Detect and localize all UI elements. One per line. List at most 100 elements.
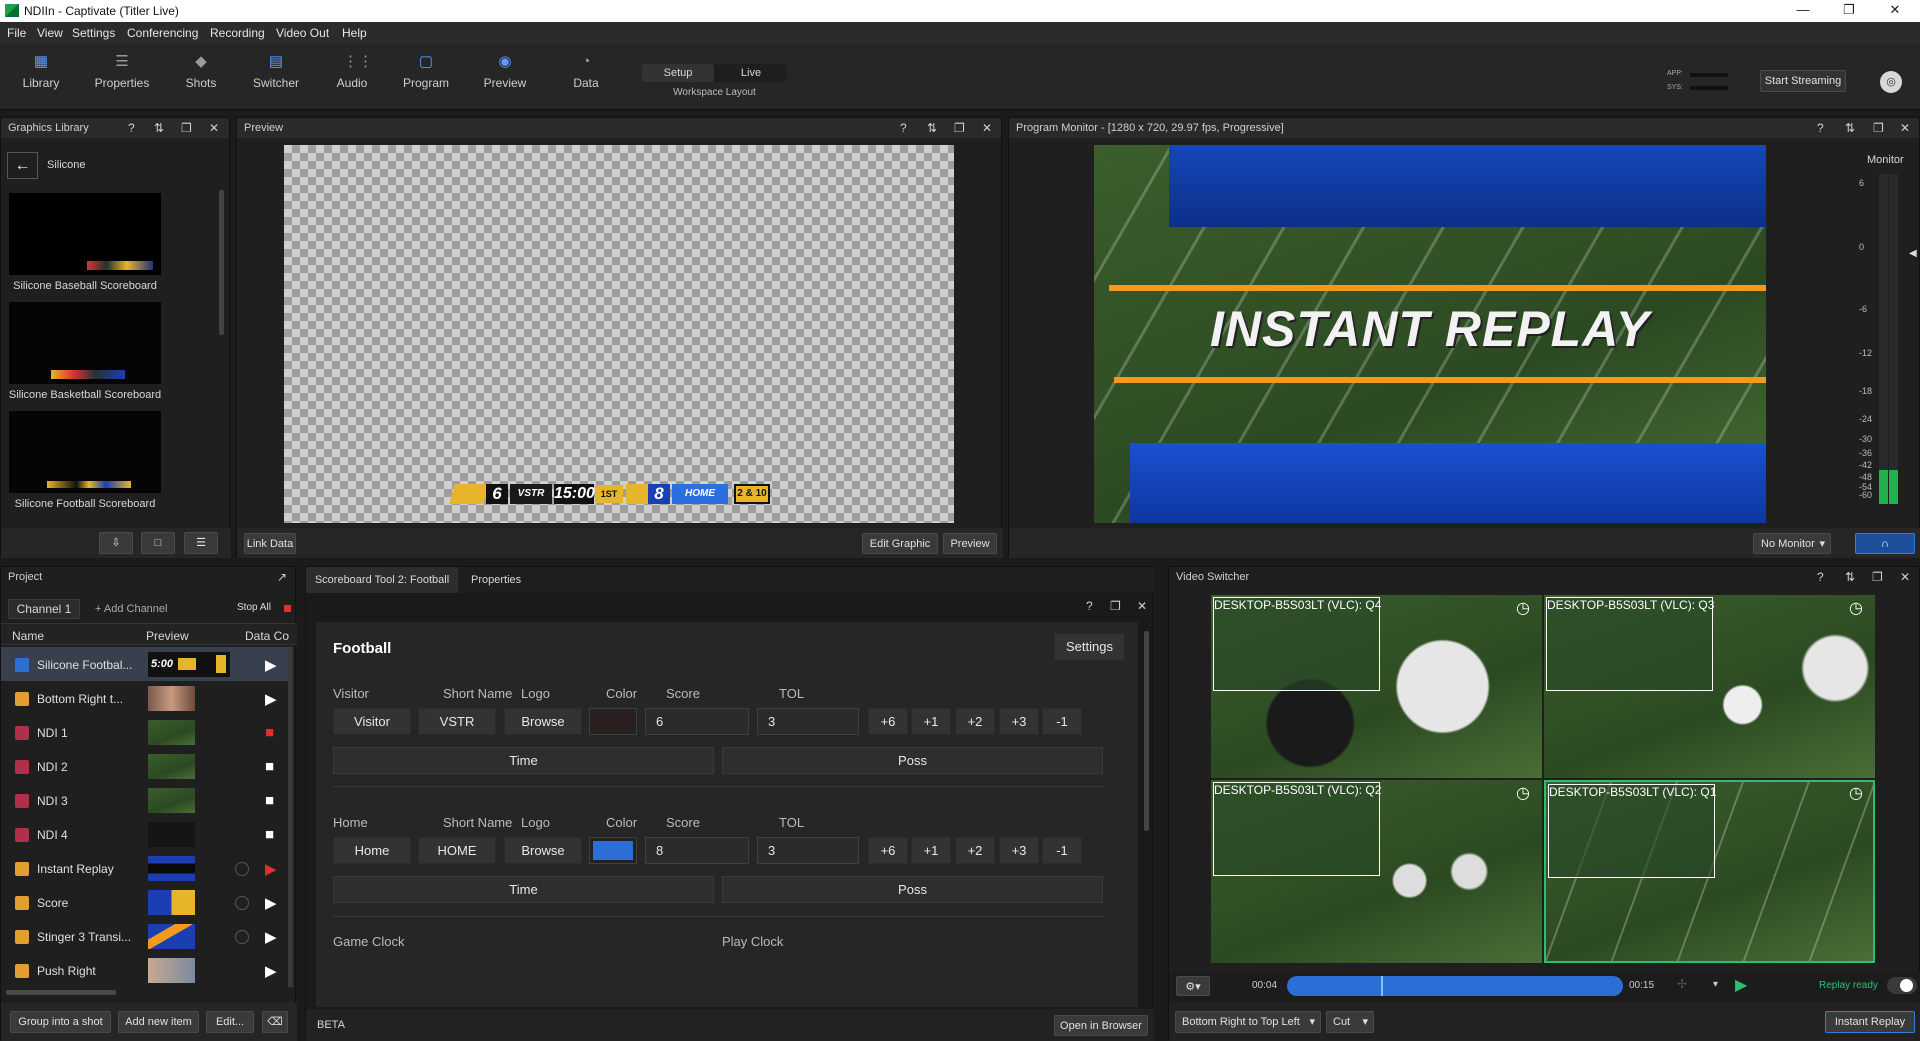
project-row[interactable]: Bottom Right t... ▶ [1,681,292,715]
float-icon[interactable]: ❐ [1873,121,1884,135]
home-logo-browse-button[interactable]: Browse [504,837,582,864]
project-row[interactable]: NDI 4 ■ [1,817,292,851]
project-row[interactable]: Stinger 3 Transi... ▶ [1,919,292,953]
visitor-logo-browse-button[interactable]: Browse [504,708,582,735]
visitor-tol-input[interactable]: 3 [757,708,859,735]
settings-button[interactable]: Settings [1054,633,1125,661]
instant-replay-button[interactable]: Instant Replay [1825,1011,1915,1033]
open-in-browser-button[interactable]: Open in Browser [1054,1015,1148,1036]
toolbar-data[interactable]: ◔ Data [551,54,621,91]
toolbar-preview[interactable]: ◉ Preview [470,54,540,91]
play-icon[interactable]: ▶ [265,962,277,980]
clock-icon[interactable]: ◷ [1516,598,1530,618]
pin-icon[interactable]: ⇅ [1845,570,1855,584]
menu-recording[interactable]: Recording [210,26,265,40]
clock-icon[interactable]: ◷ [1516,783,1530,803]
maximize-button[interactable]: ❐ [1826,0,1872,22]
add-channel-button[interactable]: + Add Channel [95,603,167,615]
menu-file[interactable]: File [7,26,26,40]
camera-icon[interactable]: ■ [265,826,274,843]
close-icon[interactable]: ✕ [1900,121,1910,135]
toolbar-program[interactable]: ▢ Program [391,54,461,91]
float-icon[interactable]: ❐ [1110,599,1121,613]
float-icon[interactable]: ❐ [181,121,192,135]
home-plus6-button[interactable]: +6 [868,837,908,864]
replay-toggle[interactable] [1887,977,1917,994]
play-live-icon[interactable]: ▶ [265,860,277,878]
import-icon[interactable]: ⇩ [99,532,133,554]
close-icon[interactable]: ✕ [1900,570,1910,584]
help-icon[interactable]: ? [1086,599,1093,613]
float-icon[interactable]: ❐ [1872,570,1883,584]
project-row[interactable]: Push Right ▶ [1,953,292,987]
streaming-status-icon[interactable]: ◎ [1880,71,1902,93]
home-poss-button[interactable]: Poss [722,876,1103,903]
source-tile-q4[interactable]: DESKTOP-B5S03LT (VLC): Q4 ◷ [1211,595,1542,778]
help-icon[interactable]: ? [900,121,907,135]
home-plus2-button[interactable]: +2 [955,837,995,864]
home-minus1-button[interactable]: -1 [1042,837,1082,864]
home-name-button[interactable]: Home [333,837,411,864]
close-icon[interactable]: ✕ [1137,599,1147,613]
source-tile-q1-live[interactable]: DESKTOP-B5S03LT (VLC): Q1 ◷ [1544,780,1875,963]
mode-live[interactable]: Live [715,67,787,79]
visitor-poss-button[interactable]: Poss [722,747,1103,774]
close-window-button[interactable]: ✕ [1872,0,1918,22]
minimize-button[interactable]: — [1780,0,1826,22]
project-row[interactable]: NDI 1 ■ [1,715,292,749]
trash-icon[interactable]: ⌫ [262,1011,288,1033]
pin-icon[interactable]: ⇅ [154,121,164,135]
gear-icon[interactable]: ⚙▾ [1176,976,1210,996]
headphones-icon[interactable]: ∩ [1855,533,1915,554]
menu-conferencing[interactable]: Conferencing [127,26,198,40]
preview-canvas[interactable]: 6 VSTR 15:00 1ST 8 HOME 2 & 10 [284,145,954,523]
clock-icon[interactable]: ◷ [1849,598,1863,618]
visitor-score-input[interactable]: 6 [645,708,749,735]
expand-icon[interactable]: ↗ [277,570,287,584]
toolbar-properties[interactable]: ☰ Properties [87,54,157,91]
source-tile-q3[interactable]: DESKTOP-B5S03LT (VLC): Q3 ◷ [1544,595,1875,778]
replay-timeline[interactable] [1287,976,1623,996]
toolbar-switcher[interactable]: ▤ Switcher [241,54,311,91]
float-icon[interactable]: ❐ [954,121,965,135]
channel-tab[interactable]: Channel 1 [8,599,80,619]
back-arrow-icon[interactable]: ← [7,152,38,179]
project-hscrollbar[interactable] [6,990,116,995]
start-streaming-button[interactable]: Start Streaming [1760,70,1846,92]
library-thumb-basketball[interactable] [9,302,161,384]
menu-video-out[interactable]: Video Out [276,26,329,40]
preview-button[interactable]: Preview [943,533,997,554]
visitor-plus1-button[interactable]: +1 [911,708,951,735]
home-time-button[interactable]: Time [333,876,714,903]
play-icon[interactable]: ▶ [265,656,277,674]
project-row[interactable]: Score ▶ [1,885,292,919]
visitor-plus2-button[interactable]: +2 [955,708,995,735]
visitor-plus3-button[interactable]: +3 [999,708,1039,735]
project-row[interactable]: NDI 3 ■ [1,783,292,817]
visitor-time-button[interactable]: Time [333,747,714,774]
transition-select[interactable]: Bottom Right to Top Left ▾ [1175,1011,1321,1033]
camera-icon[interactable]: ■ [265,792,274,809]
list-view-icon[interactable]: ☰ [184,532,218,554]
home-plus1-button[interactable]: +1 [911,837,951,864]
tab-properties[interactable]: Properties [471,574,521,586]
menu-view[interactable]: View [37,26,63,40]
monitor-select[interactable]: No Monitor ▾ [1753,533,1831,554]
play-icon[interactable]: ▶ [265,894,277,912]
project-row[interactable]: Silicone Footbal... 5:00 ▶ [1,647,292,681]
help-icon[interactable]: ? [1817,121,1824,135]
visitor-color-swatch[interactable] [589,708,637,735]
toolbar-audio[interactable]: ⋮⋮ Audio [317,54,387,91]
mode-toggle[interactable]: Setup Live [642,64,787,82]
home-tol-input[interactable]: 3 [757,837,859,864]
clock-icon[interactable]: ◷ [1849,783,1863,803]
home-score-input[interactable]: 8 [645,837,749,864]
pin-icon[interactable]: ⇅ [927,121,937,135]
home-color-swatch[interactable] [589,837,637,864]
project-row[interactable]: Instant Replay ▶ [1,851,292,885]
speed-icon[interactable]: ✢ [1677,977,1687,991]
library-thumb-baseball[interactable] [9,193,161,275]
visitor-short-name-button[interactable]: VSTR [418,708,496,735]
group-into-shot-button[interactable]: Group into a shot [10,1011,111,1033]
library-thumb-football[interactable] [9,411,161,493]
